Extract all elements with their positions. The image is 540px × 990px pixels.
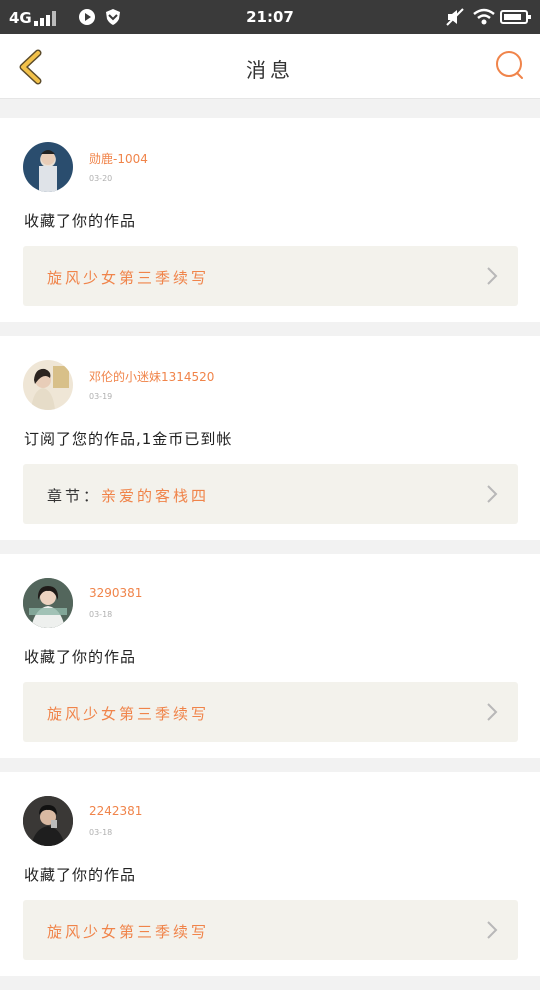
message-date: 03-18 [89, 610, 113, 619]
search-icon[interactable] [494, 49, 526, 81]
chevron-right-icon [487, 703, 498, 721]
work-link[interactable]: 旋风少女第三季续写 [23, 900, 518, 960]
work-title: 旋风少女第三季续写 [47, 921, 209, 942]
avatar[interactable] [23, 578, 73, 628]
avatar[interactable] [23, 142, 73, 192]
work-name: 亲爱的客栈四 [101, 487, 210, 505]
wifi-icon [473, 8, 495, 25]
work-link[interactable]: 旋风少女第三季续写 [23, 246, 518, 306]
work-name: 旋风少女第三季续写 [47, 923, 210, 941]
message-text: 收藏了你的作品 [24, 648, 137, 666]
battery-icon [500, 10, 531, 24]
work-name: 旋风少女第三季续写 [47, 269, 210, 287]
message-text: 收藏了你的作品 [24, 866, 137, 884]
work-link[interactable]: 章节：亲爱的客栈四 [23, 464, 518, 524]
header: 消息 [0, 34, 540, 99]
work-prefix: 章节： [47, 487, 102, 505]
message-item: 3290381 03-18 收藏了你的作品 旋风少女第三季续写 [0, 554, 540, 758]
message-list: 勋鹿-1004 03-20 收藏了你的作品 旋风少女第三季续写 邓伦的小迷妹13… [0, 118, 540, 990]
message-item: 勋鹿-1004 03-20 收藏了你的作品 旋风少女第三季续写 [0, 118, 540, 322]
avatar[interactable] [23, 796, 73, 846]
username[interactable]: 勋鹿-1004 [89, 150, 148, 167]
mute-icon [446, 8, 464, 26]
page-title: 消息 [246, 58, 294, 82]
status-bar: 4G 21:07 [0, 0, 540, 34]
chevron-right-icon [487, 485, 498, 503]
username[interactable]: 邓伦的小迷妹1314520 [89, 368, 214, 385]
work-name: 旋风少女第三季续写 [47, 705, 210, 723]
message-text: 收藏了你的作品 [24, 212, 137, 230]
message-date: 03-18 [89, 828, 113, 837]
username[interactable]: 3290381 [89, 586, 142, 600]
avatar[interactable] [23, 360, 73, 410]
work-title: 旋风少女第三季续写 [47, 267, 209, 288]
message-text: 订阅了您的作品,1金币已到帐 [24, 430, 233, 448]
work-title: 旋风少女第三季续写 [47, 703, 209, 724]
work-link[interactable]: 旋风少女第三季续写 [23, 682, 518, 742]
message-date: 03-20 [89, 174, 113, 183]
message-item: 邓伦的小迷妹1314520 03-19 订阅了您的作品,1金币已到帐 章节：亲爱… [0, 336, 540, 540]
work-title: 章节：亲爱的客栈四 [47, 485, 209, 506]
chevron-right-icon [487, 267, 498, 285]
message-date: 03-19 [89, 392, 113, 401]
message-item: 2242381 03-18 收藏了你的作品 旋风少女第三季续写 [0, 772, 540, 976]
username[interactable]: 2242381 [89, 804, 142, 818]
chevron-right-icon [487, 921, 498, 939]
